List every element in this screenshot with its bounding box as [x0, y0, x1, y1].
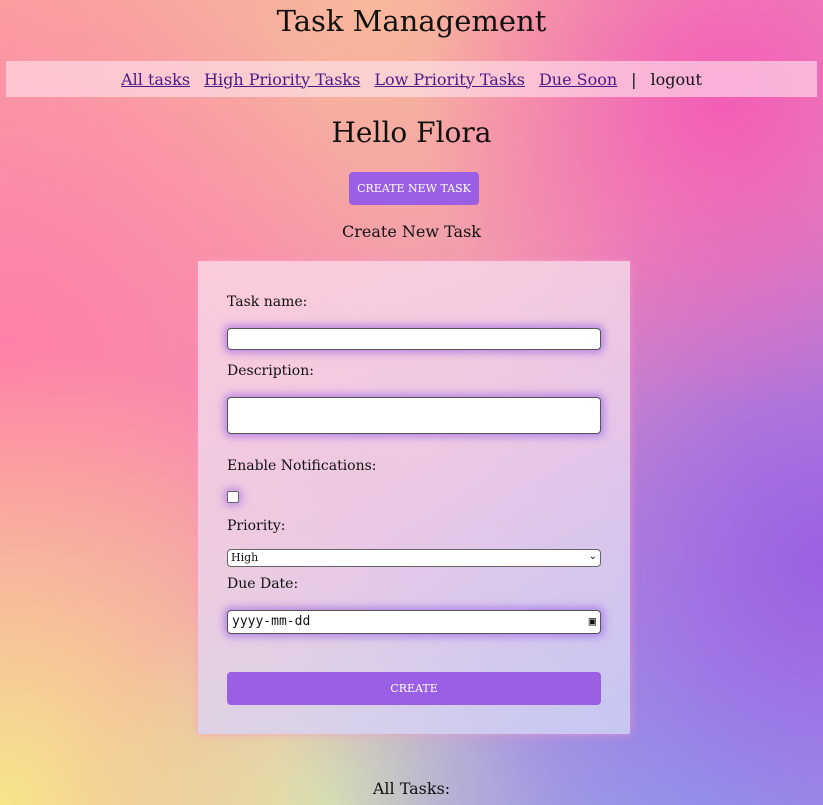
due-date-input[interactable]: yyyy-mm-dd ▣: [227, 610, 601, 634]
nav-due-soon[interactable]: Due Soon: [539, 70, 617, 89]
description-textarea[interactable]: [227, 397, 601, 434]
nav-all-tasks[interactable]: All tasks: [121, 70, 190, 89]
priority-label: Priority:: [227, 518, 286, 534]
form-heading: Create New Task: [341, 222, 481, 241]
nav-separator: |: [631, 69, 637, 89]
greeting: Hello Flora: [331, 116, 492, 149]
due-date-placeholder: yyyy-mm-dd: [232, 614, 311, 629]
notifications-checkbox[interactable]: [227, 491, 239, 503]
nav-low-priority[interactable]: Low Priority Tasks: [374, 70, 525, 89]
chevron-down-icon: ⌄: [588, 551, 597, 562]
create-button[interactable]: CREATE: [227, 672, 601, 705]
page-title: Task Management: [276, 4, 547, 38]
priority-select[interactable]: High ⌄: [227, 549, 601, 567]
logout-link[interactable]: logout: [651, 70, 702, 89]
task-name-input[interactable]: [227, 328, 601, 350]
nav-bar: All tasks High Priority Tasks Low Priori…: [6, 61, 817, 97]
due-date-label: Due Date:: [227, 576, 299, 592]
priority-value: High: [231, 551, 259, 564]
all-tasks-heading: All Tasks:: [372, 779, 451, 798]
nav-high-priority[interactable]: High Priority Tasks: [204, 70, 360, 89]
notifications-label: Enable Notifications:: [227, 458, 377, 474]
create-task-form: Task name: Description: Enable Notificat…: [198, 261, 630, 734]
description-label: Description:: [227, 363, 314, 379]
create-new-task-button[interactable]: CREATE NEW TASK: [349, 172, 479, 205]
calendar-icon[interactable]: ▣: [589, 614, 596, 630]
task-name-label: Task name:: [227, 294, 308, 310]
